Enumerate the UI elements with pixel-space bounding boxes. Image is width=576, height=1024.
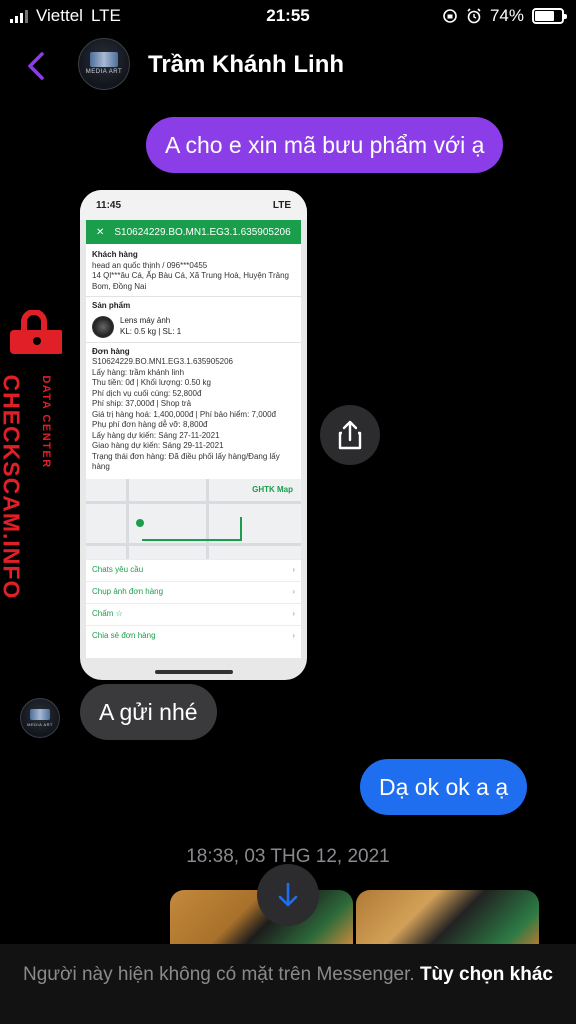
map-route (142, 526, 242, 541)
avatar[interactable]: MEDIA ART (20, 698, 60, 738)
home-indicator (155, 670, 233, 674)
avatar-text: MEDIA ART (27, 722, 53, 728)
menu-item: Chấm ☆ › (86, 602, 301, 625)
conversation-header: MEDIA ART Trầm Khánh Linh (0, 32, 576, 102)
product-title: Sản phẩm (92, 301, 131, 310)
arrow-down-icon (278, 882, 298, 907)
screenshot-order-details: Khách hàng head an quốc thịnh / 096***04… (86, 244, 301, 658)
menu-item: Chats yêu cầu › (86, 558, 301, 581)
scroll-to-bottom-button[interactable] (257, 864, 319, 926)
avatar-logo (29, 708, 51, 721)
chevron-right-icon: › (292, 608, 295, 618)
battery-level (535, 11, 555, 21)
sent-message-bubble[interactable]: Dạ ok ok a ạ (360, 759, 528, 815)
map-pin-icon (136, 518, 144, 527)
product-row: Lens máy ảnh KL: 0.5 kg | SL: 1 (92, 315, 295, 338)
menu-item: Chia sẻ đơn hàng › (86, 624, 301, 647)
map-label: GHTK Map (252, 484, 293, 494)
order-line: Thu tiền: 0đ | Khối lượng: 0.50 kg (92, 378, 211, 387)
order-line: Giao hàng dự kiến: Sáng 29-11-2021 (92, 441, 224, 450)
received-message-bubble[interactable]: A gửi nhé (80, 684, 217, 740)
chevron-right-icon: › (292, 564, 295, 574)
status-right: 74% (442, 6, 567, 26)
star-icon: ☆ (115, 608, 123, 618)
customer-title: Khách hàng (92, 250, 138, 259)
share-button[interactable] (320, 405, 380, 465)
watermark: DATA CENTER CHECKSCAM.INFO (0, 310, 62, 600)
battery-icon (532, 8, 567, 24)
lens-image (92, 315, 114, 338)
shared-screenshot-image[interactable]: 11:45 LTE ✕ S10624229.BO.MN1.EG3.1.63590… (80, 190, 307, 680)
product-name: Lens máy ảnh (120, 316, 171, 325)
photo-thumbnail[interactable] (356, 890, 539, 944)
order-line: Phí ship: 37,000đ | Shop trả (92, 399, 192, 408)
order-line: Phí dịch vụ cuối cùng: 52,800đ (92, 388, 202, 398)
order-line: Giá trị hàng hoá: 1,400,000đ | Phí bảo h… (92, 409, 276, 419)
route-map: GHTK Map (86, 478, 301, 559)
screenshot-status-bar: 11:45 LTE (80, 190, 307, 220)
close-icon: ✕ (96, 226, 105, 238)
order-line: S10624229.BO.MN1.EG3.1.635905206 (92, 357, 233, 366)
order-line: Lấy hàng dự kiến: Sáng 27-11-2021 (92, 430, 220, 440)
avatar[interactable]: MEDIA ART (78, 38, 130, 90)
contact-name[interactable]: Trầm Khánh Linh (148, 51, 344, 79)
menu-item: Chụp ảnh đơn hàng › (86, 580, 301, 603)
order-line: Trạng thái đơn hàng: Đã điều phối lấy hà… (92, 451, 280, 472)
order-title: Đơn hàng (92, 346, 130, 356)
screenshot-order-code: S10624229.BO.MN1.EG3.1.635905206 (114, 226, 291, 238)
screenshot-time: 11:45 (96, 199, 122, 211)
footer-note: Người này hiện không có mặt trên Messeng… (23, 964, 415, 985)
chevron-right-icon: › (292, 586, 295, 596)
unavailable-footer: Người này hiện không có mặt trên Messeng… (0, 944, 576, 1024)
avatar-text: MEDIA ART (85, 69, 123, 75)
more-options-link[interactable]: Tùy chọn khác (420, 964, 553, 985)
screenshot-network: LTE (272, 199, 291, 211)
order-line: Phụ phí đơn hàng dễ vỡ: 8,800đ (92, 420, 208, 429)
alarm-icon (467, 8, 481, 24)
sent-message-bubble[interactable]: A cho e xin mã bưu phẩm với ạ (146, 117, 504, 173)
customer-line: head an quốc thịnh / 096***0455 (92, 260, 208, 270)
orientation-lock-icon (443, 9, 457, 23)
share-icon (338, 420, 362, 450)
watermark-subtitle: DATA CENTER (40, 375, 52, 469)
customer-address: 14 Ql***âu Cá, Ấp Bàu Cá, Xã Trung Hoà, … (92, 271, 290, 291)
back-chevron-icon[interactable] (22, 46, 52, 86)
screenshot-order-bar: ✕ S10624229.BO.MN1.EG3.1.635905206 (86, 220, 301, 244)
lock-icon (10, 310, 62, 354)
avatar-logo (90, 52, 118, 67)
chevron-right-icon: › (292, 630, 295, 640)
status-bar: Viettel LTE 21:55 74% (0, 0, 576, 32)
watermark-title: CHECKSCAM.INFO (0, 374, 25, 600)
battery-percent: 74% (489, 6, 524, 25)
order-line: Lấy hàng: trầm khánh linh (92, 367, 185, 377)
product-meta: KL: 0.5 kg | SL: 1 (120, 326, 182, 336)
